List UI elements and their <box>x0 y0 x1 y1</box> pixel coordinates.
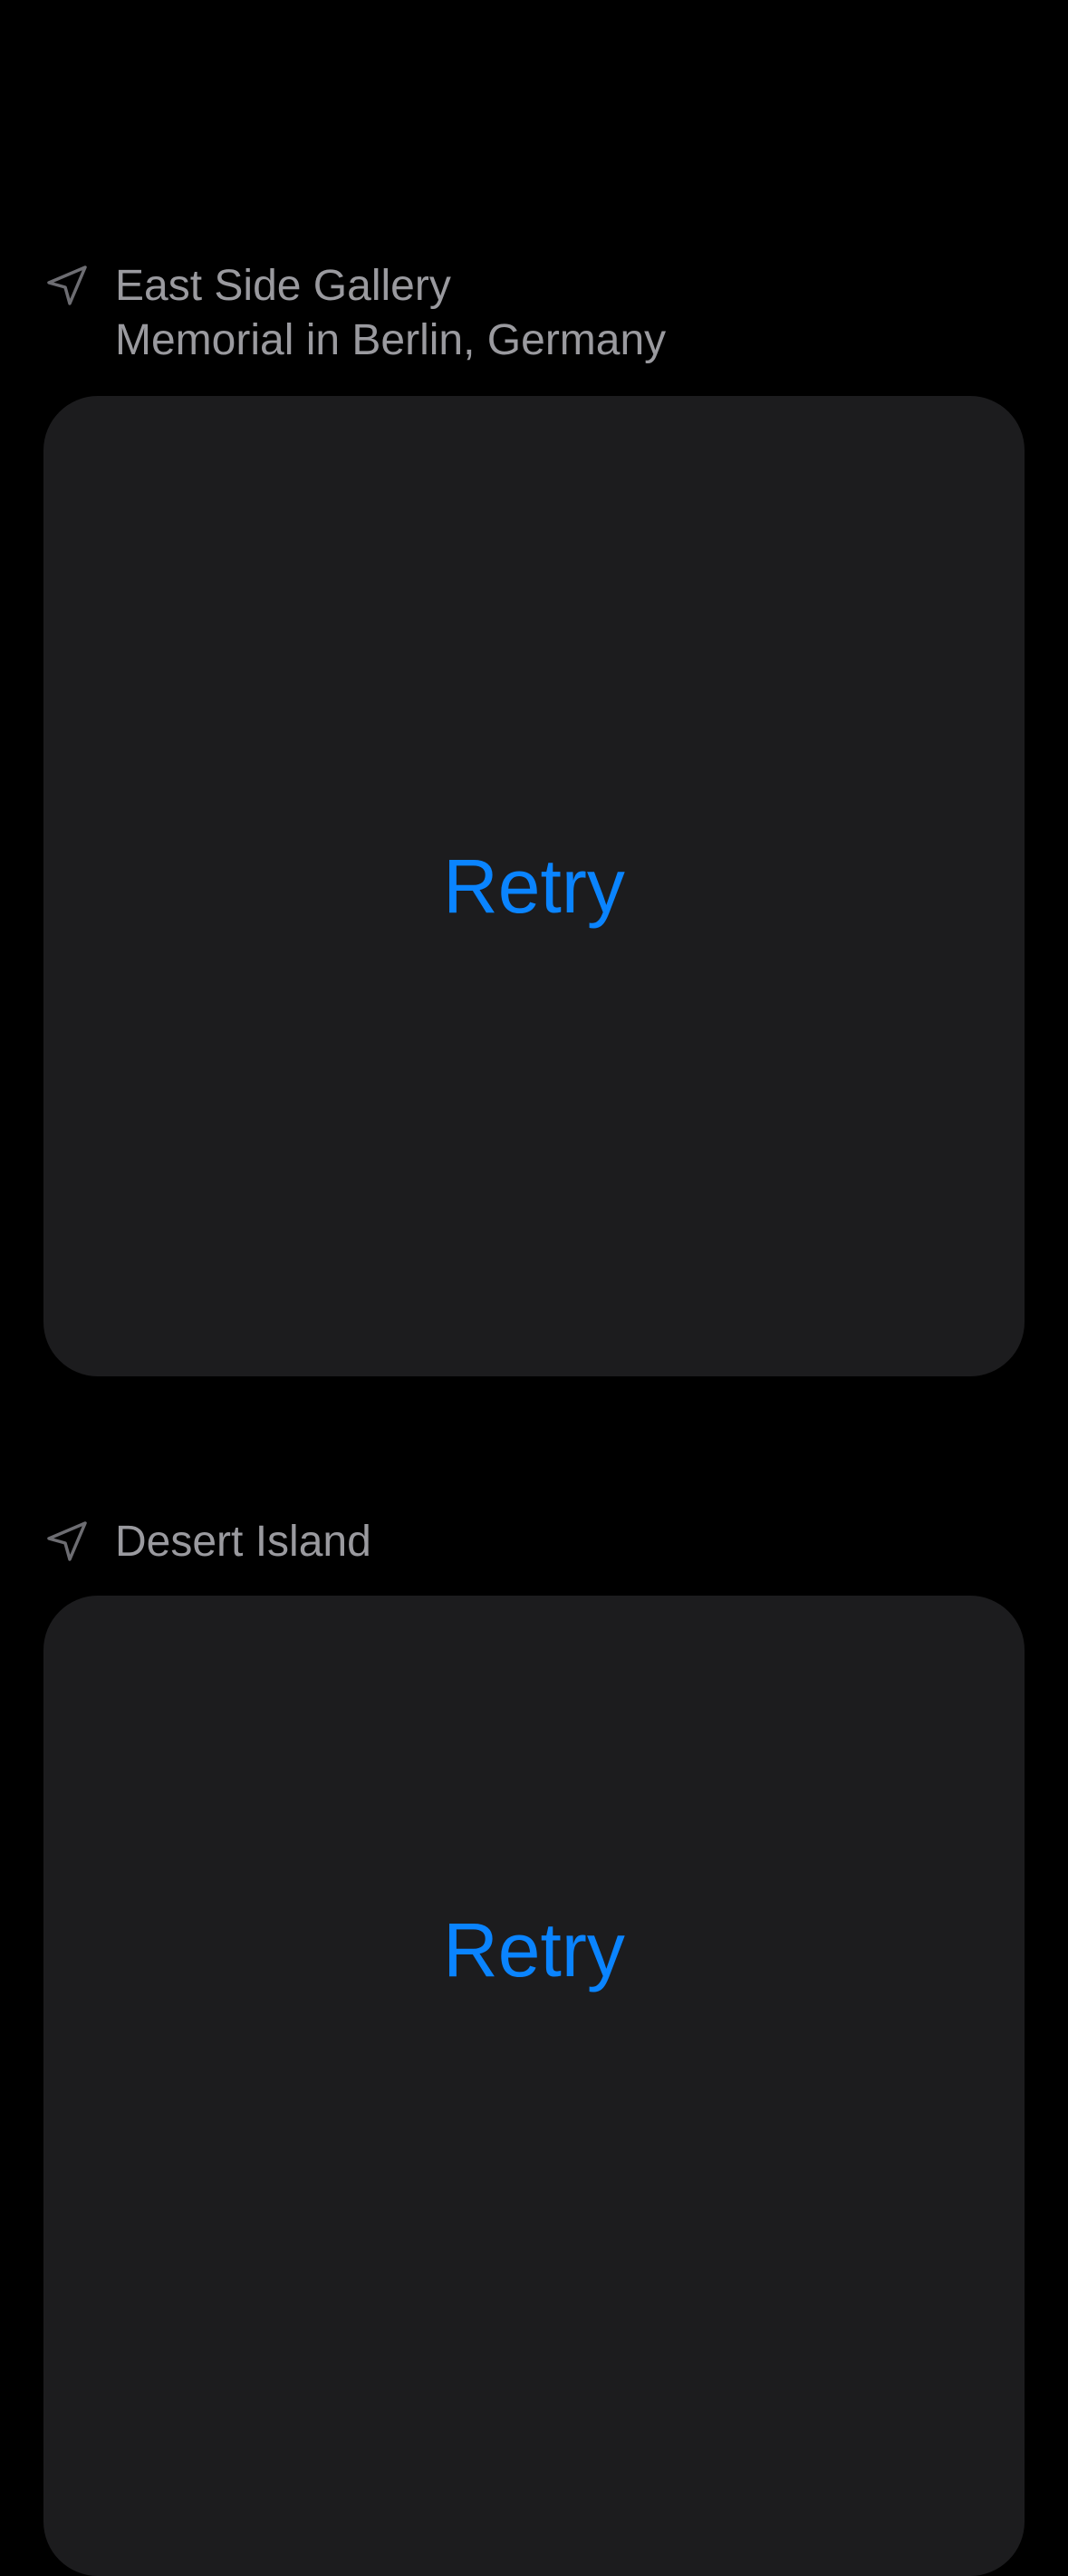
location-arrow-icon <box>47 1521 87 1561</box>
retry-button[interactable]: Retry <box>443 1905 625 1995</box>
media-card: Retry <box>43 1596 1025 2576</box>
location-header[interactable]: Desert Island <box>44 1518 371 1566</box>
location-subtitle: Memorial in Berlin, Germany <box>115 316 667 364</box>
location-header[interactable]: East Side Gallery Memorial in Berlin, Ge… <box>44 262 666 364</box>
location-arrow-icon <box>47 265 87 305</box>
location-title: East Side Gallery <box>115 262 451 310</box>
media-card: Retry <box>43 396 1025 1376</box>
retry-button[interactable]: Retry <box>443 841 625 931</box>
feed: East Side Gallery Memorial in Berlin, Ge… <box>0 0 1068 2576</box>
location-title: Desert Island <box>115 1518 371 1566</box>
location-text: Desert Island <box>115 1515 371 1569</box>
location-text: East Side Gallery Memorial in Berlin, Ge… <box>115 259 666 368</box>
